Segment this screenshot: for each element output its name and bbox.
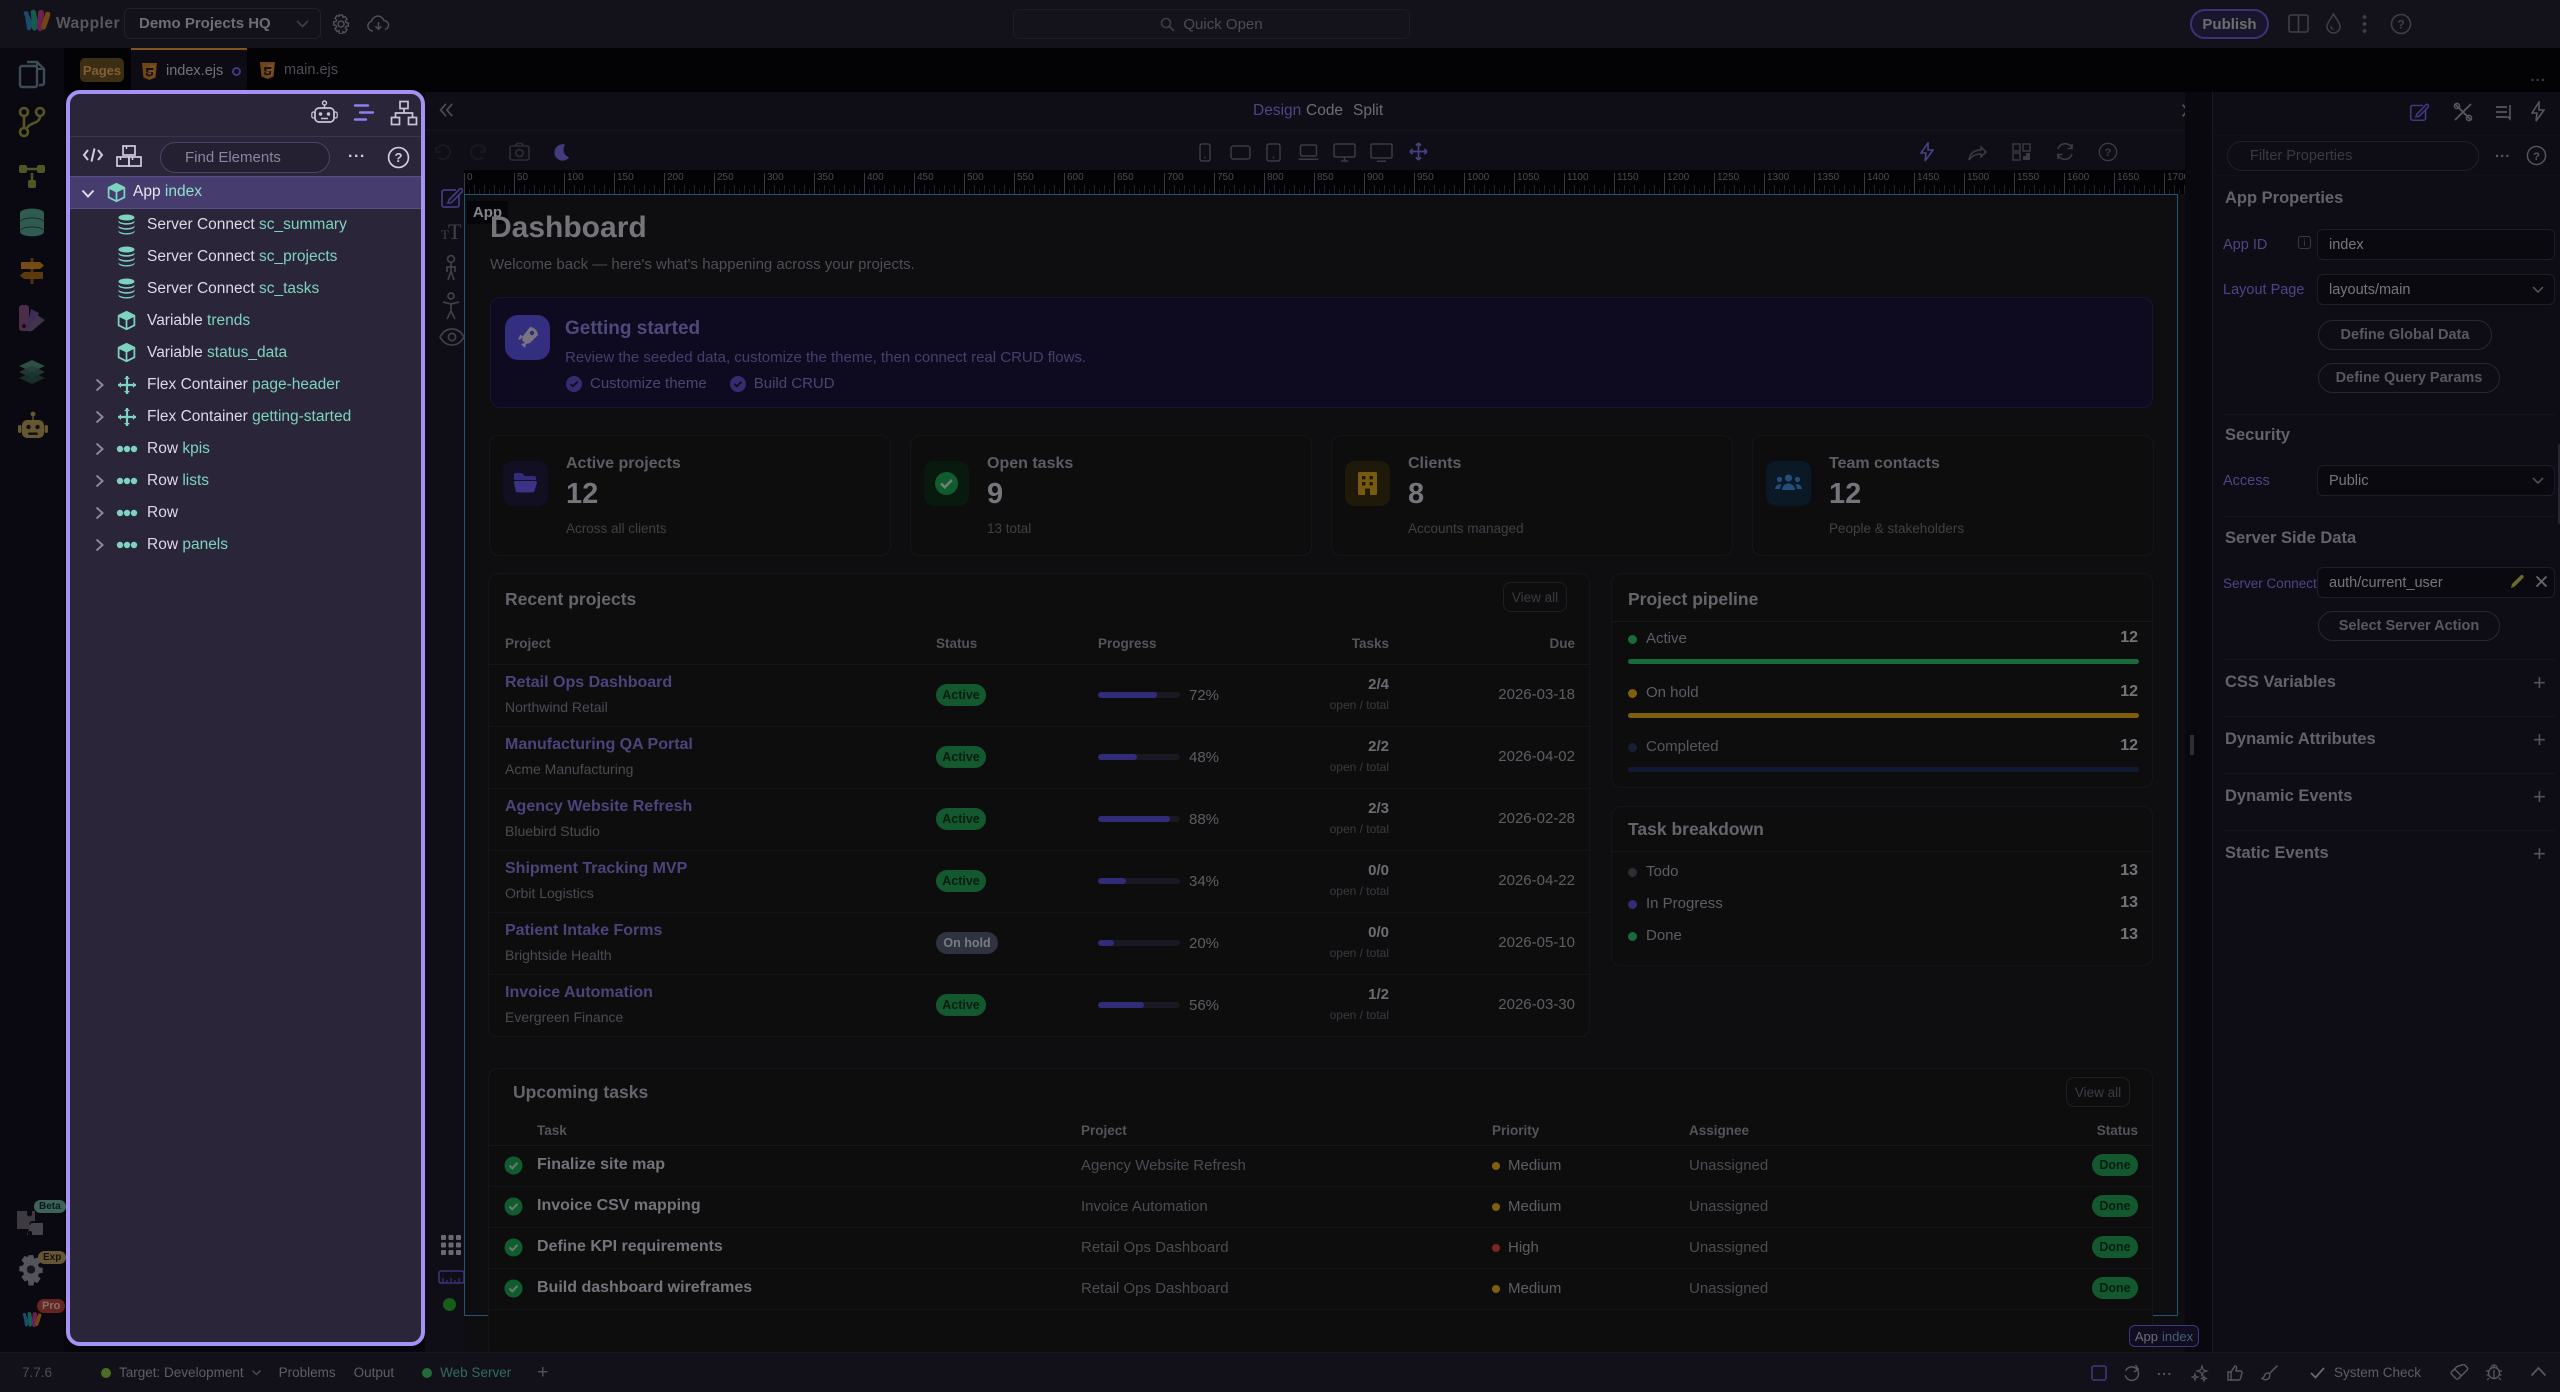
svg-text:?: ?: [395, 150, 403, 165]
